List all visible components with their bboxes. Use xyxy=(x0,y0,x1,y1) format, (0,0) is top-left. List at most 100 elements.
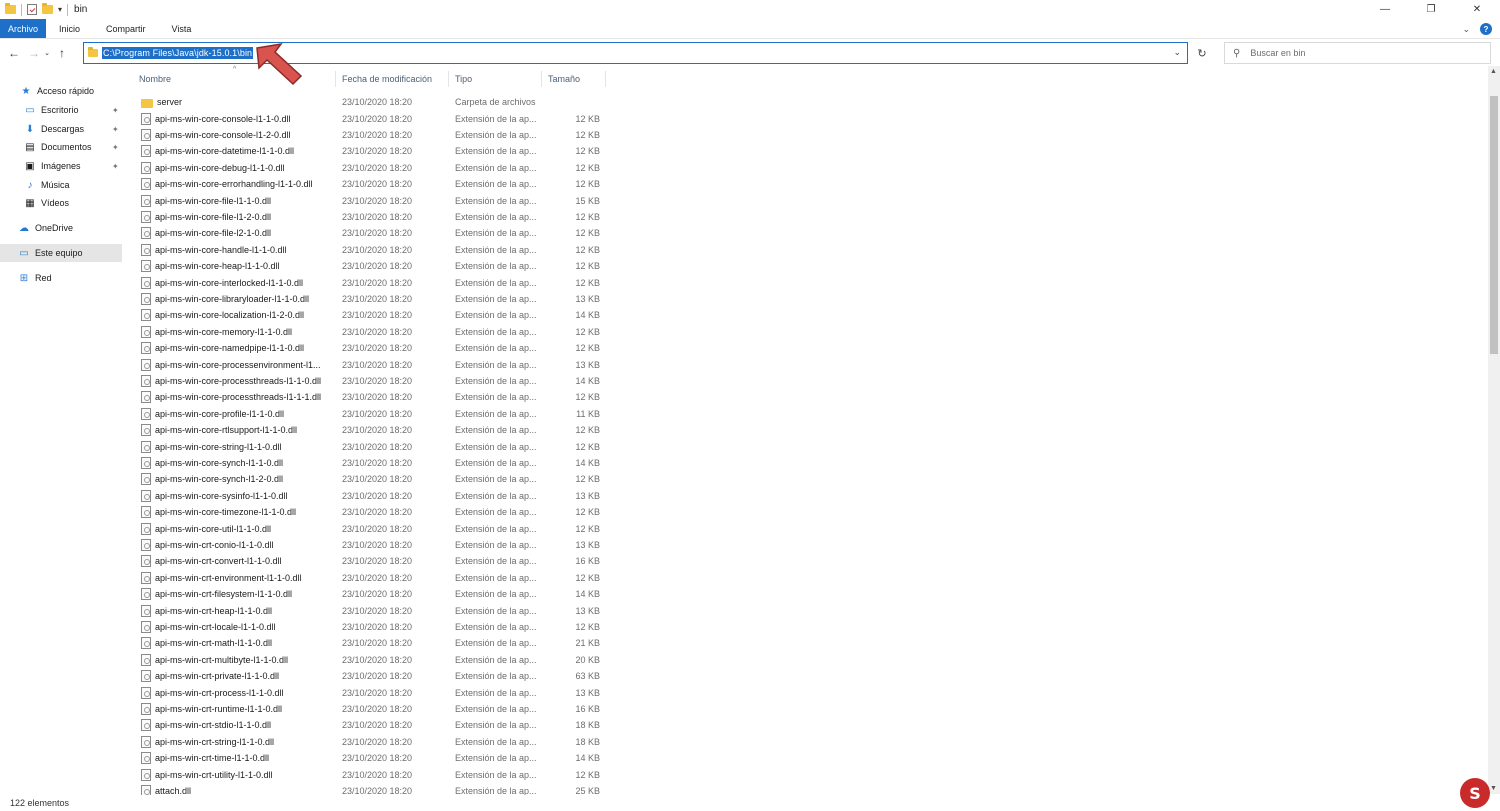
file-name-cell[interactable]: server xyxy=(141,97,337,108)
address-path[interactable]: C:\Program Files\Java\jdk-15.0.1\bin xyxy=(102,47,254,59)
table-row[interactable]: api-ms-win-core-errorhandling-l1-1-0.dll… xyxy=(133,176,603,192)
table-row[interactable]: api-ms-win-core-sysinfo-l1-1-0.dll 23/10/… xyxy=(133,488,603,504)
file-name-cell[interactable]: api-ms-win-crt-time-l1-1-0.dll xyxy=(141,752,337,765)
file-name-cell[interactable]: api-ms-win-crt-environment-l1-1-0.dll xyxy=(141,571,337,584)
table-row[interactable]: api-ms-win-core-file-l1-2-0.dll 23/10/202… xyxy=(133,209,603,225)
file-name-cell[interactable]: api-ms-win-core-datetime-l1-1-0.dll xyxy=(141,145,337,158)
file-name-cell[interactable]: api-ms-win-core-string-l1-1-0.dll xyxy=(141,440,337,453)
table-row[interactable]: api-ms-win-core-file-l1-1-0.dll 23/10/202… xyxy=(133,192,603,208)
file-name-cell[interactable]: api-ms-win-core-synch-l1-1-0.dll xyxy=(141,456,337,469)
file-name-cell[interactable]: api-ms-win-core-file-l1-1-0.dll xyxy=(141,194,337,207)
file-name-cell[interactable]: api-ms-win-core-namedpipe-l1-1-0.dll xyxy=(141,342,337,355)
tab-vista[interactable]: Vista xyxy=(159,19,205,38)
column-header-type[interactable]: Tipo xyxy=(449,71,542,87)
file-name-cell[interactable]: api-ms-win-crt-convert-l1-1-0.dll xyxy=(141,555,337,568)
table-row[interactable]: api-ms-win-crt-process-l1-1-0.dll 23/10/2… xyxy=(133,684,603,700)
table-row[interactable]: api-ms-win-core-util-l1-1-0.dll 23/10/202… xyxy=(133,520,603,536)
table-row[interactable]: api-ms-win-core-synch-l1-1-0.dll 23/10/20… xyxy=(133,455,603,471)
vertical-scrollbar[interactable]: ▲ ▼ xyxy=(1488,66,1500,794)
table-row[interactable]: api-ms-win-crt-locale-l1-1-0.dll 23/10/20… xyxy=(133,619,603,635)
sidebar-item-red[interactable]: ⊞ Red xyxy=(18,269,52,287)
table-row[interactable]: api-ms-win-core-namedpipe-l1-1-0.dll 23/1… xyxy=(133,340,603,356)
table-row[interactable]: server 23/10/2020 18:20 Carpeta de archivo… xyxy=(133,94,603,110)
up-button[interactable]: ↑ xyxy=(54,43,70,63)
table-row[interactable]: api-ms-win-crt-runtime-l1-1-0.dll 23/10/2… xyxy=(133,701,603,717)
table-row[interactable]: api-ms-win-crt-convert-l1-1-0.dll 23/10/2… xyxy=(133,553,603,569)
file-name-cell[interactable]: api-ms-win-core-processenvironment-l1... xyxy=(141,358,337,371)
table-row[interactable]: api-ms-win-core-synch-l1-2-0.dll 23/10/20… xyxy=(133,471,603,487)
file-name-cell[interactable]: api-ms-win-core-rtlsupport-l1-1-0.dll xyxy=(141,424,337,437)
file-name-cell[interactable]: api-ms-win-crt-conio-l1-1-0.dll xyxy=(141,538,337,551)
file-name-cell[interactable]: api-ms-win-crt-heap-l1-1-0.dll xyxy=(141,604,337,617)
sidebar-item-imagenes[interactable]: ▣ Imágenes ✦ xyxy=(24,157,130,175)
file-name-cell[interactable]: api-ms-win-core-heap-l1-1-0.dll xyxy=(141,260,337,273)
sidebar-item-musica[interactable]: ♪ Música xyxy=(24,176,70,194)
sidebar-item-onedrive[interactable]: ☁ OneDrive xyxy=(18,219,73,237)
file-name-cell[interactable]: api-ms-win-crt-stdio-l1-1-0.dll xyxy=(141,719,337,732)
table-row[interactable]: api-ms-win-core-profile-l1-1-0.dll 23/10/… xyxy=(133,406,603,422)
table-row[interactable]: api-ms-win-crt-conio-l1-1-0.dll 23/10/202… xyxy=(133,537,603,553)
file-name-cell[interactable]: api-ms-win-core-timezone-l1-1-0.dll xyxy=(141,506,337,519)
table-row[interactable]: api-ms-win-core-file-l2-1-0.dll 23/10/202… xyxy=(133,225,603,241)
search-input[interactable]: Buscar en bin xyxy=(1250,48,1305,58)
sidebar-item-acceso-rapido[interactable]: ★ Acceso rápido xyxy=(20,82,95,100)
file-name-cell[interactable]: api-ms-win-core-console-l1-2-0.dll xyxy=(141,128,337,141)
file-name-cell[interactable]: api-ms-win-core-handle-l1-1-0.dll xyxy=(141,243,337,256)
close-button[interactable]: ✕ xyxy=(1454,0,1500,19)
table-row[interactable]: api-ms-win-core-debug-l1-1-0.dll 23/10/20… xyxy=(133,160,603,176)
refresh-button[interactable]: ↻ xyxy=(1193,44,1211,62)
table-row[interactable]: api-ms-win-core-rtlsupport-l1-1-0.dll 23/… xyxy=(133,422,603,438)
column-header-name[interactable]: Nombre xyxy=(133,71,336,87)
table-row[interactable]: api-ms-win-core-interlocked-l1-1-0.dll 23… xyxy=(133,274,603,290)
column-header-size[interactable]: Tamaño xyxy=(542,71,606,87)
file-name-cell[interactable]: api-ms-win-core-file-l2-1-0.dll xyxy=(141,227,337,240)
file-name-cell[interactable]: api-ms-win-crt-runtime-l1-1-0.dll xyxy=(141,702,337,715)
recent-locations-button[interactable]: ⌄ xyxy=(42,43,52,63)
table-row[interactable]: api-ms-win-core-datetime-l1-1-0.dll 23/10… xyxy=(133,143,603,159)
table-row[interactable]: api-ms-win-crt-stdio-l1-1-0.dll 23/10/202… xyxy=(133,717,603,733)
tab-archivo[interactable]: Archivo xyxy=(0,19,47,38)
file-name-cell[interactable]: api-ms-win-core-console-l1-1-0.dll xyxy=(141,112,337,125)
customize-toolbar-icon[interactable]: ▾ xyxy=(58,5,62,14)
file-name-cell[interactable]: api-ms-win-core-memory-l1-1-0.dll xyxy=(141,325,337,338)
file-name-cell[interactable]: api-ms-win-core-debug-l1-1-0.dll xyxy=(141,161,337,174)
table-row[interactable]: api-ms-win-core-processthreads-l1-1-1.dl… xyxy=(133,389,603,405)
table-row[interactable]: api-ms-win-crt-string-l1-1-0.dll 23/10/20… xyxy=(133,734,603,750)
table-row[interactable]: api-ms-win-core-heap-l1-1-0.dll 23/10/202… xyxy=(133,258,603,274)
file-name-cell[interactable]: api-ms-win-crt-utility-l1-1-0.dll xyxy=(141,768,337,781)
tab-inicio[interactable]: Inicio xyxy=(46,19,93,38)
file-name-cell[interactable]: api-ms-win-crt-string-l1-1-0.dll xyxy=(141,735,337,748)
file-name-cell[interactable]: api-ms-win-crt-filesystem-l1-1-0.dll xyxy=(141,588,337,601)
table-row[interactable]: api-ms-win-crt-environment-l1-1-0.dll 23/… xyxy=(133,570,603,586)
table-row[interactable]: api-ms-win-crt-time-l1-1-0.dll 23/10/2020… xyxy=(133,750,603,766)
table-row[interactable]: api-ms-win-crt-filesystem-l1-1-0.dll 23/1… xyxy=(133,586,603,602)
file-name-cell[interactable]: api-ms-win-crt-process-l1-1-0.dll xyxy=(141,686,337,699)
scrollbar-thumb[interactable] xyxy=(1490,96,1498,354)
tab-compartir[interactable]: Compartir xyxy=(93,19,159,38)
search-box[interactable]: ⚲ Buscar en bin xyxy=(1224,42,1491,64)
table-row[interactable]: api-ms-win-core-localization-l1-2-0.dll 2… xyxy=(133,307,603,323)
table-row[interactable]: api-ms-win-core-console-l1-2-0.dll 23/10/… xyxy=(133,127,603,143)
table-row[interactable]: api-ms-win-core-memory-l1-1-0.dll 23/10/2… xyxy=(133,324,603,340)
file-name-cell[interactable]: api-ms-win-crt-private-l1-1-0.dll xyxy=(141,670,337,683)
table-row[interactable]: api-ms-win-core-handle-l1-1-0.dll 23/10/2… xyxy=(133,242,603,258)
file-name-cell[interactable]: api-ms-win-core-localization-l1-2-0.dll xyxy=(141,309,337,322)
chevron-down-icon[interactable]: ⌄ xyxy=(1462,24,1470,35)
table-row[interactable]: api-ms-win-crt-math-l1-1-0.dll 23/10/2020… xyxy=(133,635,603,651)
help-icon[interactable]: ? xyxy=(1480,23,1492,35)
file-name-cell[interactable]: api-ms-win-core-processthreads-l1-1-0.dl… xyxy=(141,374,337,387)
forward-button[interactable]: → xyxy=(26,43,42,63)
file-name-cell[interactable]: api-ms-win-core-profile-l1-1-0.dll xyxy=(141,407,337,420)
table-row[interactable]: api-ms-win-core-libraryloader-l1-1-0.dll… xyxy=(133,291,603,307)
table-row[interactable]: api-ms-win-crt-private-l1-1-0.dll 23/10/2… xyxy=(133,668,603,684)
column-header-date[interactable]: Fecha de modificación xyxy=(336,71,449,87)
sidebar-item-este-equipo[interactable]: ▭ Este equipo xyxy=(0,244,122,262)
file-name-cell[interactable]: api-ms-win-crt-math-l1-1-0.dll xyxy=(141,637,337,650)
file-name-cell[interactable]: api-ms-win-core-file-l1-2-0.dll xyxy=(141,210,337,223)
table-row[interactable]: api-ms-win-core-string-l1-1-0.dll 23/10/2… xyxy=(133,438,603,454)
table-row[interactable]: api-ms-win-core-processenvironment-l1...… xyxy=(133,356,603,372)
new-folder-icon[interactable] xyxy=(42,3,53,14)
table-row[interactable]: api-ms-win-crt-utility-l1-1-0.dll 23/10/2… xyxy=(133,766,603,782)
properties-icon[interactable] xyxy=(27,4,37,15)
scroll-down-icon[interactable]: ▼ xyxy=(1490,785,1497,792)
